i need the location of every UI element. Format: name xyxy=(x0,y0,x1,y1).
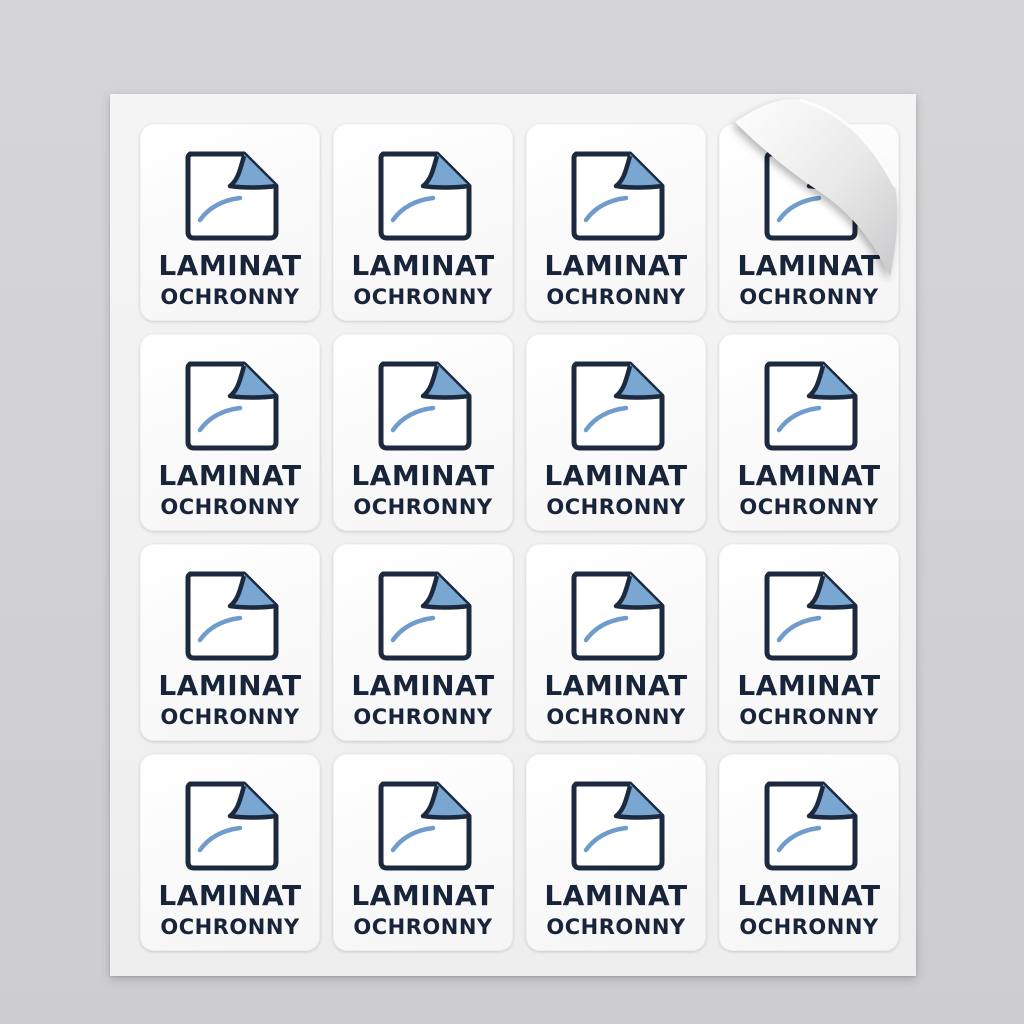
sticker-r2-c4: LAMINAT OCHRONNY xyxy=(719,334,899,531)
label-line-1: LAMINAT xyxy=(737,249,881,282)
label-line-1: LAMINAT xyxy=(544,459,688,492)
label-line-1: LAMINAT xyxy=(351,669,495,702)
peeling-page-icon xyxy=(185,151,279,241)
sticker-r2-c1: LAMINAT OCHRONNY xyxy=(140,334,320,531)
label-line-2: OCHRONNY xyxy=(546,285,686,309)
peeling-page-icon xyxy=(378,361,472,451)
sticker-r1-c2: LAMINAT OCHRONNY xyxy=(333,124,513,321)
label-line-2: OCHRONNY xyxy=(739,915,879,939)
sticker-r1-c4: LAMINAT OCHRONNY xyxy=(719,124,899,321)
peeling-page-icon xyxy=(764,571,858,661)
label-line-1: LAMINAT xyxy=(737,879,881,912)
label-line-1: LAMINAT xyxy=(351,879,495,912)
sticker-r4-c2: LAMINAT OCHRONNY xyxy=(333,754,513,951)
peeling-page-icon xyxy=(571,571,665,661)
sticker-r2-c2: LAMINAT OCHRONNY xyxy=(333,334,513,531)
peeling-page-icon xyxy=(764,151,858,241)
label-line-1: LAMINAT xyxy=(544,669,688,702)
peeling-page-icon xyxy=(571,781,665,871)
label-line-2: OCHRONNY xyxy=(739,705,879,729)
sticker-r3-c3: LAMINAT OCHRONNY xyxy=(526,544,706,741)
label-line-1: LAMINAT xyxy=(544,249,688,282)
peeling-page-icon xyxy=(378,571,472,661)
sticker-r3-c1: LAMINAT OCHRONNY xyxy=(140,544,320,741)
sticker-r1-c3: LAMINAT OCHRONNY xyxy=(526,124,706,321)
sticker-r3-c4: LAMINAT OCHRONNY xyxy=(719,544,899,741)
sticker-r3-c2: LAMINAT OCHRONNY xyxy=(333,544,513,741)
label-line-2: OCHRONNY xyxy=(546,705,686,729)
sticker-r2-c3: LAMINAT OCHRONNY xyxy=(526,334,706,531)
label-line-2: OCHRONNY xyxy=(546,495,686,519)
label-line-2: OCHRONNY xyxy=(546,915,686,939)
peeling-page-icon xyxy=(571,151,665,241)
peeling-page-icon xyxy=(378,781,472,871)
sticker-r1-c1: LAMINAT OCHRONNY xyxy=(140,124,320,321)
label-line-2: OCHRONNY xyxy=(160,495,300,519)
peeling-page-icon xyxy=(378,151,472,241)
label-line-2: OCHRONNY xyxy=(160,285,300,309)
label-line-2: OCHRONNY xyxy=(739,285,879,309)
sticker-r4-c4: LAMINAT OCHRONNY xyxy=(719,754,899,951)
peeling-page-icon xyxy=(571,361,665,451)
peeling-page-icon xyxy=(764,361,858,451)
label-line-1: LAMINAT xyxy=(544,879,688,912)
label-line-1: LAMINAT xyxy=(158,459,302,492)
label-line-1: LAMINAT xyxy=(351,459,495,492)
sticker-r4-c3: LAMINAT OCHRONNY xyxy=(526,754,706,951)
peeling-page-icon xyxy=(185,361,279,451)
label-line-1: LAMINAT xyxy=(351,249,495,282)
label-line-2: OCHRONNY xyxy=(160,705,300,729)
label-line-2: OCHRONNY xyxy=(353,495,493,519)
label-line-1: LAMINAT xyxy=(737,669,881,702)
peeling-page-icon xyxy=(185,781,279,871)
label-line-2: OCHRONNY xyxy=(739,495,879,519)
label-line-2: OCHRONNY xyxy=(353,705,493,729)
label-line-2: OCHRONNY xyxy=(353,285,493,309)
label-line-2: OCHRONNY xyxy=(353,915,493,939)
sticker-r4-c1: LAMINAT OCHRONNY xyxy=(140,754,320,951)
label-line-2: OCHRONNY xyxy=(160,915,300,939)
peeling-page-icon xyxy=(185,571,279,661)
label-line-1: LAMINAT xyxy=(158,669,302,702)
peeling-page-icon xyxy=(764,781,858,871)
sticker-sheet: LAMINAT OCHRONNY LAMINAT OCHRONNY LAMINA… xyxy=(110,94,916,976)
label-line-1: LAMINAT xyxy=(158,879,302,912)
label-line-1: LAMINAT xyxy=(158,249,302,282)
label-line-1: LAMINAT xyxy=(737,459,881,492)
